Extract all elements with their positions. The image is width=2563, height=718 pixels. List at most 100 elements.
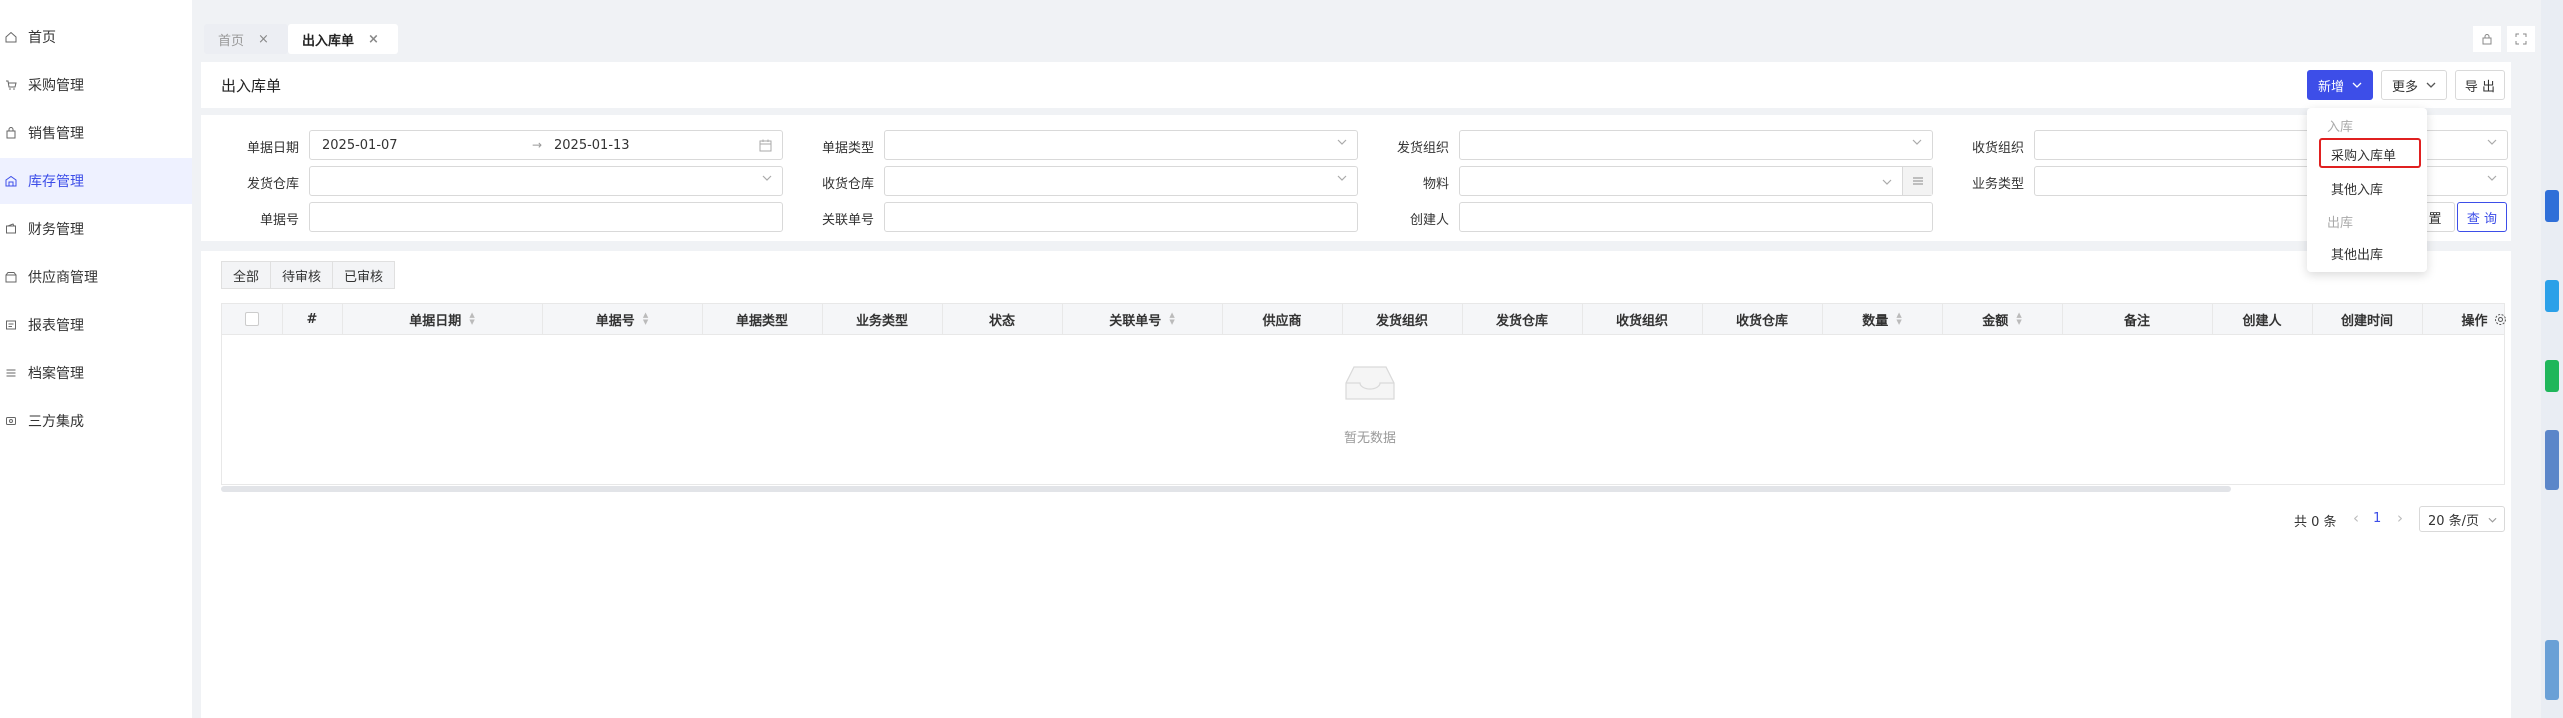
- recv-org-select[interactable]: [2034, 130, 2508, 160]
- tab-pending[interactable]: 待审核: [271, 261, 333, 289]
- recv-wh-select[interactable]: [884, 166, 1358, 196]
- col-biz-type: 业务类型: [855, 313, 908, 329]
- page-size-select[interactable]: 20 条/页: [2419, 506, 2505, 532]
- new-button[interactable]: 新增: [2307, 70, 2373, 100]
- col-doc-type: 单据类型: [735, 313, 788, 329]
- page-number[interactable]: 1: [2373, 511, 2381, 526]
- chevron-down-icon: [762, 175, 772, 181]
- rel-no-input[interactable]: [884, 202, 1358, 232]
- sidebar-item-report[interactable]: 报表管理: [0, 302, 192, 348]
- chevron-down-icon: [1882, 179, 1892, 185]
- app-icon[interactable]: [2545, 190, 2559, 222]
- report-icon: [4, 318, 18, 332]
- material-select[interactable]: [1459, 166, 1933, 196]
- page-header: 出入库单 新增 更多 导 出: [201, 62, 2511, 108]
- sidebar-item-label: 库存管理: [28, 174, 84, 190]
- sidebar-item-sales[interactable]: 销售管理: [0, 110, 192, 156]
- app-icon[interactable]: [2545, 280, 2559, 312]
- date-end: 2025-01-13: [554, 138, 630, 153]
- doc-no-label: 单据号: [259, 213, 299, 228]
- col-actions: 操作: [2342, 304, 2563, 334]
- prev-page-button[interactable]: ‹: [2353, 509, 2359, 527]
- material-picker-button[interactable]: [1902, 167, 1932, 195]
- export-button[interactable]: 导 出: [2455, 70, 2505, 100]
- sidebar-item-label: 三方集成: [28, 414, 84, 430]
- recv-org-label: 收货组织: [1971, 141, 2024, 156]
- sidebar-item-label: 报表管理: [28, 318, 84, 334]
- sort-icon[interactable]: ▲ ▼: [1169, 312, 1174, 326]
- app-icon[interactable]: [2545, 360, 2559, 392]
- settings-icon[interactable]: [2494, 313, 2507, 326]
- next-page-button[interactable]: ›: [2397, 509, 2403, 527]
- col-creator: 创建人: [2242, 313, 2282, 329]
- tab-all[interactable]: 全部: [221, 261, 271, 289]
- rel-no-label: 关联单号: [821, 213, 874, 228]
- lock-icon[interactable]: [2473, 26, 2501, 52]
- col-quantity[interactable]: 数量 ▲ ▼: [1822, 304, 1942, 334]
- menu-group-in: 入库: [2327, 120, 2354, 135]
- system-taskbar: [2541, 0, 2563, 718]
- query-button[interactable]: 查 询: [2457, 202, 2507, 232]
- col-index: #: [306, 311, 318, 327]
- col-rel-no[interactable]: 关联单号 ▲ ▼: [1062, 304, 1222, 334]
- doc-type-label: 单据类型: [821, 141, 874, 156]
- biz-type-select[interactable]: [2034, 166, 2508, 196]
- wallet-icon: [4, 222, 18, 236]
- fullscreen-icon[interactable]: [2507, 26, 2535, 52]
- col-doc-date[interactable]: 单据日期 ▲ ▼: [342, 304, 542, 334]
- sidebar-item-home[interactable]: 首页: [0, 14, 192, 60]
- menu-item-other-out[interactable]: 其他出库: [2331, 244, 2383, 263]
- ship-wh-select[interactable]: [309, 166, 783, 196]
- menu-item-other-in[interactable]: 其他入库: [2331, 179, 2383, 198]
- chevron-down-icon: [1337, 175, 1347, 181]
- col-supplier: 供应商: [1262, 313, 1302, 329]
- arrow-icon: →: [532, 138, 543, 152]
- more-button[interactable]: 更多: [2381, 70, 2447, 100]
- sort-icon[interactable]: ▲ ▼: [2016, 312, 2021, 326]
- horizontal-scrollbar[interactable]: [221, 486, 2231, 492]
- col-amount[interactable]: 金额 ▲ ▼: [1942, 304, 2062, 334]
- close-icon[interactable]: ×: [258, 32, 269, 47]
- tab-stock-doc[interactable]: 出入库单 ×: [288, 24, 398, 54]
- sidebar-item-label: 财务管理: [28, 222, 84, 238]
- warehouse-icon: [4, 174, 18, 188]
- integration-icon: [4, 414, 18, 428]
- sidebar-item-inventory[interactable]: 库存管理: [0, 158, 192, 204]
- col-recv-wh: 收货仓库: [1735, 313, 1788, 329]
- sidebar-item-supplier[interactable]: 供应商管理: [0, 254, 192, 300]
- doc-no-input[interactable]: [309, 202, 783, 232]
- page-title: 出入库单: [221, 77, 282, 95]
- sort-icon[interactable]: ▲ ▼: [1896, 312, 1901, 326]
- sidebar-item-purchase[interactable]: 采购管理: [0, 62, 192, 108]
- sidebar-item-label: 销售管理: [28, 126, 84, 142]
- app-icon[interactable]: [2545, 640, 2559, 700]
- chevron-down-icon: [2426, 82, 2436, 88]
- sidebar-item-integration[interactable]: 三方集成: [0, 398, 192, 444]
- col-recv-org: 收货组织: [1615, 313, 1668, 329]
- empty-text: 暂无数据: [1343, 431, 1396, 446]
- chevron-down-icon: [1337, 139, 1347, 145]
- close-icon[interactable]: ×: [368, 32, 379, 47]
- creator-input[interactable]: [1459, 202, 1933, 232]
- creator-label: 创建人: [1409, 213, 1449, 228]
- sort-icon[interactable]: ▲ ▼: [469, 312, 474, 326]
- page-size-label: 20 条/页: [2428, 513, 2480, 529]
- ship-org-select[interactable]: [1459, 130, 1933, 160]
- doc-type-select[interactable]: [884, 130, 1358, 160]
- page-tabs: 首页 × 出入库单 ×: [192, 20, 2541, 58]
- new-button-label: 新增: [2317, 79, 2344, 95]
- sidebar-item-finance[interactable]: 财务管理: [0, 206, 192, 252]
- menu-item-purchase-in[interactable]: 采购入库单: [2331, 145, 2396, 164]
- sidebar-item-archive[interactable]: 档案管理: [0, 350, 192, 396]
- tab-home[interactable]: 首页 ×: [204, 24, 288, 54]
- sort-icon[interactable]: ▲ ▼: [643, 312, 648, 326]
- select-all-checkbox[interactable]: [222, 304, 282, 334]
- app-icon[interactable]: [2545, 430, 2559, 490]
- sidebar-item-label: 供应商管理: [28, 270, 98, 286]
- date-range-field[interactable]: 2025-01-07 → 2025-01-13: [309, 130, 783, 160]
- sidebar-item-label: 采购管理: [28, 78, 84, 94]
- sidebar: 首页 采购管理 销售管理 库存管理 财务管理 供应商管理 报表管理 档案管理 三…: [0, 0, 192, 718]
- col-doc-no[interactable]: 单据号 ▲ ▼: [542, 304, 702, 334]
- date-start: 2025-01-07: [322, 138, 398, 153]
- tab-approved[interactable]: 已审核: [333, 261, 395, 289]
